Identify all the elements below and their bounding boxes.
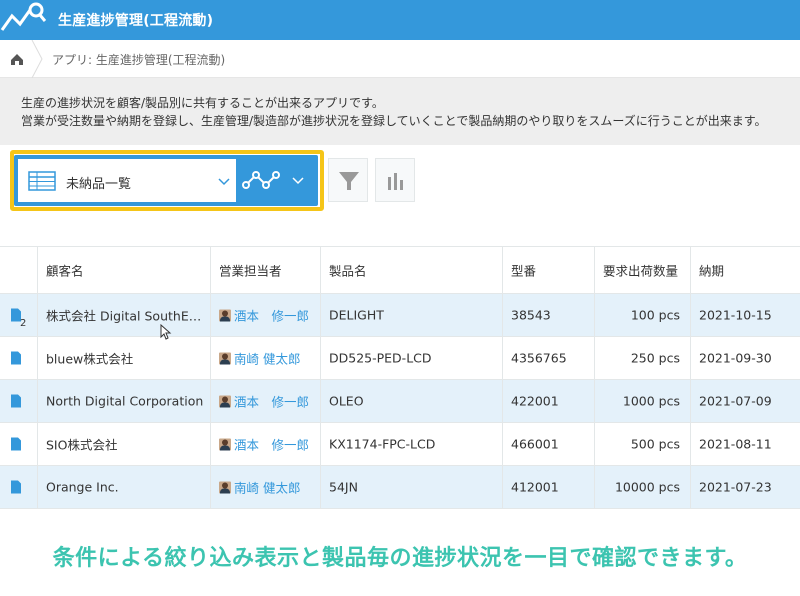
model-number: 412001 xyxy=(511,479,559,495)
sales-rep[interactable]: 酒本 修一郎 xyxy=(219,392,309,411)
customer-name: SIO株式会社 xyxy=(46,437,118,453)
product-name: OLEO xyxy=(329,393,364,409)
mouse-cursor-icon xyxy=(160,324,172,340)
avatar xyxy=(219,395,231,407)
due-date: 2021-07-09 xyxy=(699,393,772,409)
customer-name: Orange Inc. xyxy=(46,479,119,495)
record-detail-icon[interactable] xyxy=(11,437,21,451)
chevron-down-icon xyxy=(218,178,230,186)
breadcrumb-separator-icon xyxy=(31,40,43,78)
comment-count-badge: 2 xyxy=(20,318,27,329)
header-product[interactable]: 製品名 xyxy=(321,247,503,293)
product-name: 54JN xyxy=(329,479,358,495)
table-header: 顧客名 営業担当者 製品名 型番 要求出荷数量 納期 xyxy=(0,246,800,294)
sales-rep[interactable]: 酒本 修一郎 xyxy=(219,306,309,325)
table-view-icon xyxy=(28,171,56,191)
shipment-qty: 10000 pcs xyxy=(614,479,680,495)
model-number: 38543 xyxy=(511,307,551,323)
customer-name: bluew株式会社 xyxy=(46,351,134,367)
filter-button[interactable] xyxy=(328,158,368,202)
avatar xyxy=(219,438,231,450)
description-line-2: 営業が受注数量や納期を登録し、生産管理/製造部が進捗状況を登録していくことで製品… xyxy=(21,114,767,128)
sales-rep[interactable]: 酒本 修一郎 xyxy=(219,435,309,454)
table-row[interactable]: North Digital Corporation 酒本 修一郎 OLEO 42… xyxy=(0,380,800,423)
table-row[interactable]: SIO株式会社 酒本 修一郎 KX1174-FPC-LCD 466001 500… xyxy=(0,423,800,466)
avatar xyxy=(219,309,231,321)
app-header: 生産進捗管理(工程流動) xyxy=(0,0,800,40)
app-description: 生産の進捗状況を顧客/製品別に共有することが出来るアプリです。 営業が受注数量や… xyxy=(0,78,800,145)
header-rep[interactable]: 営業担当者 xyxy=(211,247,321,293)
view-name: 未納品一覧 xyxy=(66,177,132,192)
view-selector[interactable]: 未納品一覧 xyxy=(14,155,318,206)
customer-name: 株式会社 Digital SouthE… xyxy=(46,308,202,324)
due-date: 2021-08-11 xyxy=(699,436,772,452)
table-row[interactable]: bluew株式会社 南崎 健太郎 DD525-PED-LCD 4356765 2… xyxy=(0,337,800,380)
shipment-qty: 1000 pcs xyxy=(622,393,680,409)
breadcrumb: アプリ: 生産進捗管理(工程流動) xyxy=(0,40,800,78)
caption-text: 条件による絞り込み表示と製品毎の進捗状況を一目で確認できます。 xyxy=(52,546,748,571)
product-name: KX1174-FPC-LCD xyxy=(329,436,436,452)
graph-button[interactable] xyxy=(375,158,415,202)
app-title: 生産進捗管理(工程流動) xyxy=(58,13,214,29)
table-row[interactable]: Orange Inc. 南崎 健太郎 54JN 412001 10000 pcs… xyxy=(0,466,800,509)
shipment-qty: 100 pcs xyxy=(630,307,680,323)
product-name: DD525-PED-LCD xyxy=(329,350,432,366)
shipment-qty: 500 pcs xyxy=(630,436,680,452)
avatar xyxy=(219,481,231,493)
breadcrumb-app-link[interactable]: アプリ: 生産進捗管理(工程流動) xyxy=(52,51,225,68)
header-model[interactable]: 型番 xyxy=(503,247,595,293)
due-date: 2021-07-23 xyxy=(699,479,772,495)
record-detail-icon[interactable] xyxy=(11,394,21,408)
product-name: DELIGHT xyxy=(329,307,384,323)
home-icon[interactable] xyxy=(0,40,34,78)
model-number: 466001 xyxy=(511,436,559,452)
filter-icon xyxy=(339,172,359,190)
header-customer[interactable]: 顧客名 xyxy=(38,247,211,293)
table-row[interactable]: 2 株式会社 Digital SouthE… 酒本 修一郎 DELIGHT 38… xyxy=(0,294,800,337)
record-detail-icon[interactable] xyxy=(11,351,21,365)
avatar xyxy=(219,352,231,364)
view-dropdown[interactable]: 未納品一覧 xyxy=(18,159,236,202)
bar-chart-icon xyxy=(388,173,403,190)
shipment-qty: 250 pcs xyxy=(630,350,680,366)
due-date: 2021-10-15 xyxy=(699,307,772,323)
header-due[interactable]: 納期 xyxy=(691,247,800,293)
model-number: 422001 xyxy=(511,393,559,409)
model-number: 4356765 xyxy=(511,350,567,366)
chevron-down-icon[interactable] xyxy=(290,172,306,188)
customer-name: North Digital Corporation xyxy=(46,393,204,409)
sales-rep[interactable]: 南崎 健太郎 xyxy=(219,349,300,368)
graph-view-icon[interactable] xyxy=(242,169,280,191)
record-detail-icon[interactable] xyxy=(11,480,21,494)
sales-rep[interactable]: 南崎 健太郎 xyxy=(219,478,300,497)
due-date: 2021-09-30 xyxy=(699,350,772,366)
description-line-1: 生産の進捗状況を顧客/製品別に共有することが出来るアプリです。 xyxy=(21,96,384,110)
header-qty[interactable]: 要求出荷数量 xyxy=(595,247,691,293)
app-logo-icon xyxy=(0,2,47,31)
